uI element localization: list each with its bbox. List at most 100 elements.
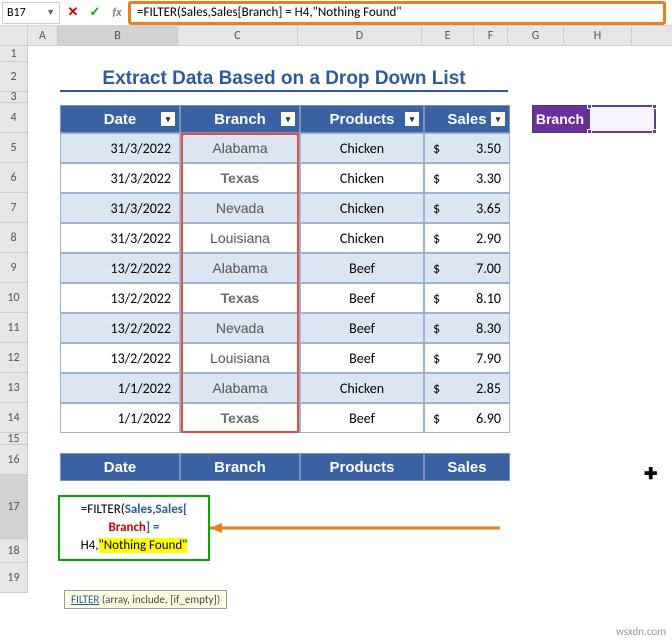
dropdown-cell-h4[interactable] xyxy=(588,105,656,133)
row-header-10[interactable]: 10 xyxy=(0,283,28,313)
col-header-h[interactable]: H xyxy=(564,26,632,45)
cell-sales[interactable]: 2.85$ xyxy=(424,373,510,403)
cell-product[interactable]: Beef xyxy=(300,313,424,343)
cell-branch[interactable]: Louisiana xyxy=(180,223,300,253)
col-header-d[interactable]: D xyxy=(298,26,422,45)
cell-product[interactable]: Beef xyxy=(300,283,424,313)
cell-sales[interactable]: 2.90$ xyxy=(424,223,510,253)
row-header-5[interactable]: 5 xyxy=(0,133,28,163)
formula-tooltip[interactable]: FILTER (array, include, [if_empty]) xyxy=(64,590,227,609)
cell-product[interactable]: Chicken xyxy=(300,373,424,403)
cell-branch[interactable]: Texas xyxy=(180,163,300,193)
cell-product[interactable]: Chicken xyxy=(300,193,424,223)
cell-branch[interactable]: Alabama xyxy=(180,133,300,163)
name-box[interactable]: B17 ▼ xyxy=(2,2,60,24)
filter-icon[interactable]: ▾ xyxy=(161,112,175,126)
filter-icon[interactable]: ▾ xyxy=(405,112,419,126)
row-header-14[interactable]: 14 xyxy=(0,403,28,433)
table-header-branch[interactable]: Branch▾ xyxy=(180,105,300,133)
row-header-9[interactable]: 9 xyxy=(0,253,28,283)
formula-input[interactable]: =FILTER(Sales,Sales[Branch] = H4,"Nothin… xyxy=(128,1,666,25)
col-header-e[interactable]: E xyxy=(422,26,474,45)
cell-date[interactable]: 31/3/2022 xyxy=(60,133,180,163)
dollar-sign: $ xyxy=(433,380,440,397)
table-header-products[interactable]: Products▾ xyxy=(300,105,424,133)
dollar-sign: $ xyxy=(433,260,440,277)
cell-product[interactable]: Chicken xyxy=(300,133,424,163)
cell-editor-b17[interactable]: =FILTER(Sales,Sales[Branch] = H4,"Nothin… xyxy=(58,495,210,561)
cell-date[interactable]: 13/2/2022 xyxy=(60,253,180,283)
col-header-b[interactable]: B xyxy=(58,26,178,45)
row-header-15[interactable]: 15 xyxy=(0,433,28,445)
cell-branch[interactable]: Nevada xyxy=(180,193,300,223)
cell-branch[interactable]: Alabama xyxy=(180,253,300,283)
dollar-sign: $ xyxy=(433,140,440,157)
cell-product[interactable]: Chicken xyxy=(300,163,424,193)
cell-date[interactable]: 13/2/2022 xyxy=(60,313,180,343)
cell-sales[interactable]: 8.10$ xyxy=(424,283,510,313)
col-header-a[interactable]: A xyxy=(28,26,58,45)
cell-sales[interactable]: 8.30$ xyxy=(424,313,510,343)
cell-date[interactable]: 1/1/2022 xyxy=(60,403,180,433)
cell-sales[interactable]: 6.90$ xyxy=(424,403,510,433)
cell-date[interactable]: 31/3/2022 xyxy=(60,193,180,223)
formula-text: =FILTER(Sales,Sales[Branch] = H4,"Nothin… xyxy=(137,5,401,20)
row-header-19[interactable]: 19 xyxy=(0,563,28,593)
cell-date[interactable]: 13/2/2022 xyxy=(60,343,180,373)
cell-sales[interactable]: 7.90$ xyxy=(424,343,510,373)
row-header-13[interactable]: 13 xyxy=(0,373,28,403)
cell-date[interactable]: 1/1/2022 xyxy=(60,373,180,403)
cell-sales[interactable]: 7.00$ xyxy=(424,253,510,283)
row-header-2[interactable]: 2 xyxy=(0,62,28,92)
row-header-6[interactable]: 6 xyxy=(0,163,28,193)
result-header-products: Products xyxy=(300,453,424,481)
row-header-1[interactable]: 1 xyxy=(0,46,28,62)
cell-date[interactable]: 31/3/2022 xyxy=(60,223,180,253)
result-header-branch: Branch xyxy=(180,453,300,481)
cell-branch[interactable]: Texas xyxy=(180,283,300,313)
row-header-18[interactable]: 18 xyxy=(0,539,28,563)
cell-date[interactable]: 31/3/2022 xyxy=(60,163,180,193)
cell-product[interactable]: Beef xyxy=(300,343,424,373)
cell-branch[interactable]: Nevada xyxy=(180,313,300,343)
table-header-date[interactable]: Date▾ xyxy=(60,105,180,133)
formula-bar: B17 ▼ ✕ ✓ fx =FILTER(Sales,Sales[Branch]… xyxy=(0,0,672,26)
cell-date[interactable]: 13/2/2022 xyxy=(60,283,180,313)
row-header-8[interactable]: 8 xyxy=(0,223,28,253)
row-header-16[interactable]: 16 xyxy=(0,445,28,475)
cell-branch[interactable]: Texas xyxy=(180,403,300,433)
col-header-f[interactable]: F xyxy=(474,26,508,45)
row-header-3[interactable]: 3 xyxy=(0,92,28,103)
name-box-dropdown-icon[interactable]: ▼ xyxy=(46,7,55,18)
fx-icon: fx xyxy=(112,6,121,20)
page-title: Extract Data Based on a Drop Down List xyxy=(60,68,508,92)
select-all-corner[interactable] xyxy=(0,26,28,45)
cell-product[interactable]: Beef xyxy=(300,403,424,433)
table-header-sales[interactable]: Sales▾ xyxy=(424,105,510,133)
filter-icon[interactable]: ▾ xyxy=(281,112,295,126)
cursor-icon: ✚ xyxy=(644,464,657,484)
row-header-4[interactable]: 4 xyxy=(0,103,28,133)
enter-button[interactable]: ✓ xyxy=(84,3,106,23)
dollar-sign: $ xyxy=(433,230,440,247)
fx-button[interactable]: fx xyxy=(106,3,128,23)
name-box-value: B17 xyxy=(7,6,26,20)
row-header-12[interactable]: 12 xyxy=(0,343,28,373)
col-header-c[interactable]: C xyxy=(178,26,298,45)
cell-branch[interactable]: Louisiana xyxy=(180,343,300,373)
row-header-17[interactable]: 17 xyxy=(0,475,28,539)
col-header-g[interactable]: G xyxy=(508,26,564,45)
row-header-7[interactable]: 7 xyxy=(0,193,28,223)
cancel-button[interactable]: ✕ xyxy=(62,3,84,23)
tooltip-fn: FILTER xyxy=(71,593,99,606)
filter-icon[interactable]: ▾ xyxy=(491,112,505,126)
cell-sales[interactable]: 3.30$ xyxy=(424,163,510,193)
cell-branch[interactable]: Alabama xyxy=(180,373,300,403)
cell-sales[interactable]: 3.65$ xyxy=(424,193,510,223)
cell-product[interactable]: Chicken xyxy=(300,223,424,253)
tooltip-sig: (array, include, [if_empty] xyxy=(99,593,217,606)
cell-product[interactable]: Beef xyxy=(300,253,424,283)
row-header-11[interactable]: 11 xyxy=(0,313,28,343)
cell-sales[interactable]: 3.50$ xyxy=(424,133,510,163)
column-headers: ABCDEFGH xyxy=(0,26,672,46)
